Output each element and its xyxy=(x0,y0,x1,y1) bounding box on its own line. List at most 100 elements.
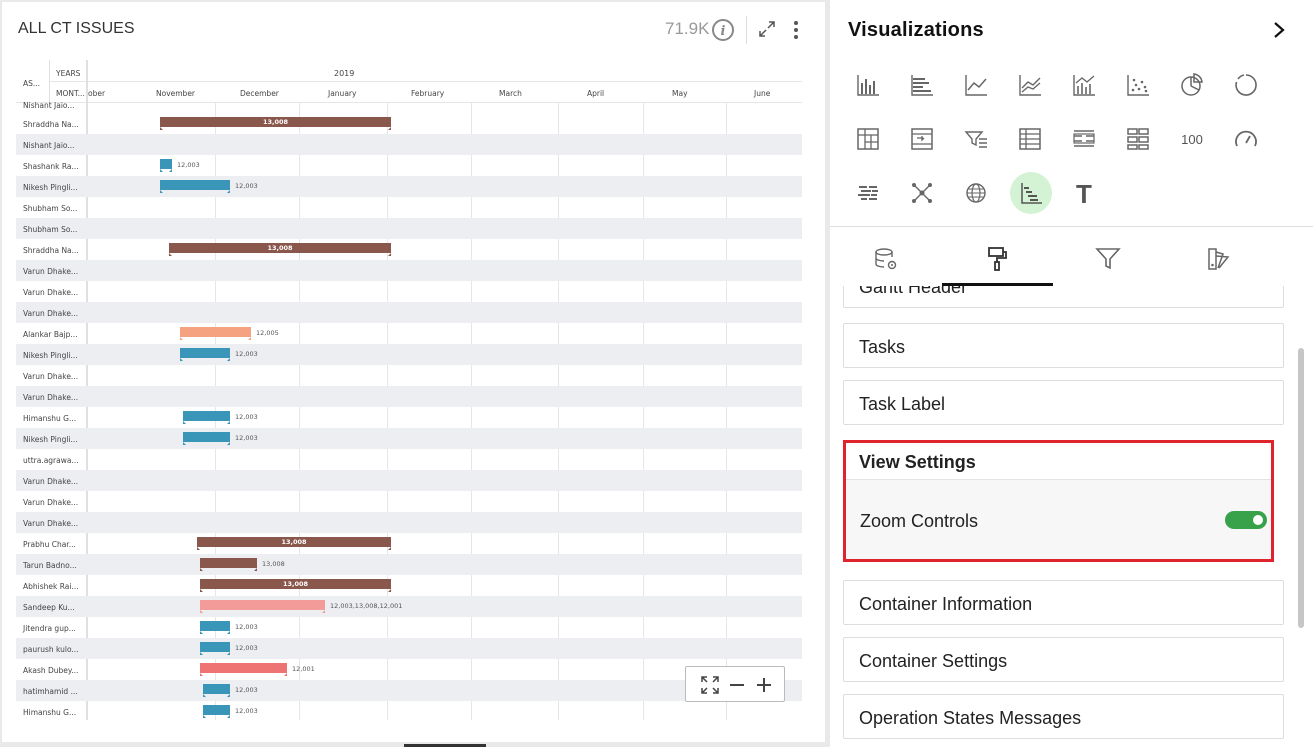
row-label: Shraddha Na... xyxy=(23,246,79,255)
task-bar[interactable]: 13,008 xyxy=(169,243,391,256)
month-label: February xyxy=(411,89,445,98)
task-bar-label: 12,003 xyxy=(177,161,200,169)
text-icon[interactable]: T xyxy=(1069,178,1099,209)
task-bar[interactable] xyxy=(160,180,230,193)
row-label: Abhishek Rai... xyxy=(23,582,79,591)
chevron-right-icon[interactable] xyxy=(1271,20,1287,40)
task-bar-label: 12,003 xyxy=(235,350,258,358)
section-label: Tasks xyxy=(859,337,906,357)
section-container-information[interactable]: Container Information xyxy=(843,580,1284,625)
gantt-row: Nishant Jaio... xyxy=(16,134,802,155)
row-label: Himanshu G... xyxy=(23,414,77,423)
pivot-table-icon[interactable] xyxy=(853,124,883,154)
section-label: Container Settings xyxy=(859,651,1008,671)
gantt-row: Nishant Jaio... xyxy=(16,101,802,113)
panel-divider xyxy=(830,226,1313,227)
section-container-settings[interactable]: Container Settings xyxy=(843,637,1284,682)
gantt-row: Nikesh Pingli... 12,003 xyxy=(16,176,802,197)
heatmap-icon[interactable] xyxy=(853,178,883,208)
task-bar[interactable]: 13,008 xyxy=(197,537,391,550)
area-line-icon[interactable] xyxy=(1015,70,1045,100)
filter-list-icon[interactable] xyxy=(961,124,991,154)
assignee-column-header[interactable]: AS... xyxy=(23,79,40,88)
fit-screen-icon[interactable] xyxy=(700,675,720,695)
task-bar[interactable] xyxy=(200,621,230,634)
zoom-controls-toggle[interactable] xyxy=(1225,511,1267,529)
zoom-controls xyxy=(685,666,785,702)
row-label: Tarun Badno... xyxy=(23,561,77,570)
section-task-label[interactable]: Task Label xyxy=(843,380,1284,425)
tiles-icon[interactable] xyxy=(1123,124,1153,154)
gantt-row: paurush kulo... 12,003 xyxy=(16,638,802,659)
horizontal-bar-icon[interactable] xyxy=(907,70,937,100)
task-bar-label: 12,003 xyxy=(235,644,258,652)
network-icon[interactable] xyxy=(907,178,937,208)
task-bar-label: 12,003 xyxy=(235,623,258,631)
grid-table-icon[interactable] xyxy=(1015,124,1045,154)
task-bar-label: 12,005 xyxy=(256,329,279,337)
view-settings-body: Zoom Controls xyxy=(846,479,1271,559)
filter-tab[interactable] xyxy=(1093,244,1123,274)
info-icon[interactable]: i xyxy=(711,18,735,42)
style-tab[interactable] xyxy=(1203,244,1233,274)
kpi-number-icon[interactable]: 100 xyxy=(1177,124,1207,154)
more-options-icon[interactable] xyxy=(790,18,802,42)
task-bar-label: 12,003 xyxy=(235,413,258,421)
task-bar[interactable] xyxy=(203,705,230,718)
drilldown-table-icon[interactable] xyxy=(907,124,937,154)
combo-chart-icon[interactable] xyxy=(1069,70,1099,100)
year-label: 2019 xyxy=(334,69,355,78)
gauge-icon[interactable] xyxy=(1231,124,1261,154)
task-bar[interactable] xyxy=(203,684,230,697)
task-bar[interactable] xyxy=(200,600,325,613)
task-bar-label: 12,003 xyxy=(235,707,258,715)
row-label: Shashank Ra... xyxy=(23,162,79,171)
section-gantt-header[interactable]: Gantt Header xyxy=(843,286,1284,308)
task-bar[interactable] xyxy=(200,663,287,676)
gantt-row: uttra.agrawa... xyxy=(16,449,802,470)
task-bar[interactable] xyxy=(200,642,230,655)
section-label: Gantt Header xyxy=(859,286,968,297)
bar-chart-icon[interactable] xyxy=(853,70,883,100)
task-bar-label: 12,003 xyxy=(235,182,258,190)
gantt-row: Alankar Bajp... 12,005 xyxy=(16,323,802,344)
task-bar[interactable] xyxy=(183,432,230,445)
line-chart-icon[interactable] xyxy=(961,70,991,100)
task-bar[interactable] xyxy=(160,159,172,172)
task-bar[interactable]: 13,008 xyxy=(160,117,391,130)
scatter-icon[interactable] xyxy=(1123,70,1153,100)
task-bar-label: 13,008 xyxy=(262,560,285,568)
format-sections: Gantt Header Tasks Task Label View Setti… xyxy=(830,286,1313,747)
gantt-row: Sandeep Ku... 12,003,13,008,12,001 xyxy=(16,596,802,617)
task-bar[interactable] xyxy=(183,411,230,424)
task-bar[interactable] xyxy=(180,327,251,340)
list-table-icon[interactable] xyxy=(1069,124,1099,154)
section-operation-states-messages[interactable]: Operation States Messages xyxy=(843,694,1284,739)
row-label: Shubham So... xyxy=(23,204,78,213)
zoom-in-icon[interactable] xyxy=(754,675,774,695)
svg-text:100: 100 xyxy=(1181,132,1203,147)
zoom-out-icon[interactable] xyxy=(727,675,747,695)
gantt-row: Himanshu G... 12,003 xyxy=(16,701,802,720)
format-tab[interactable] xyxy=(982,244,1012,274)
expand-icon[interactable] xyxy=(758,20,776,38)
task-bar[interactable] xyxy=(180,348,230,361)
task-bar[interactable]: 13,008 xyxy=(200,579,391,592)
gantt-widget: ALL CT ISSUES 71.9K i AS... YEARS MONT..… xyxy=(2,2,825,742)
gantt-row: Varun Dhake... xyxy=(16,281,802,302)
pie-chart-icon[interactable] xyxy=(1177,70,1207,100)
section-tasks[interactable]: Tasks xyxy=(843,323,1284,368)
row-label: paurush kulo... xyxy=(23,645,79,654)
globe-icon[interactable] xyxy=(961,178,991,208)
task-bar[interactable] xyxy=(200,558,257,571)
section-title[interactable]: View Settings xyxy=(859,452,976,473)
data-source-tab[interactable] xyxy=(871,244,901,274)
panel-scrollbar[interactable] xyxy=(1298,348,1304,628)
month-label: May xyxy=(672,89,688,98)
row-label: Prabhu Char... xyxy=(23,540,76,549)
donut-icon[interactable] xyxy=(1231,70,1261,100)
gantt-row: Shraddha Na... 13,008 xyxy=(16,239,802,260)
gantt-icon[interactable] xyxy=(1016,178,1046,208)
gantt-row: Varun Dhake... xyxy=(16,365,802,386)
gantt-row: Varun Dhake... xyxy=(16,512,802,533)
